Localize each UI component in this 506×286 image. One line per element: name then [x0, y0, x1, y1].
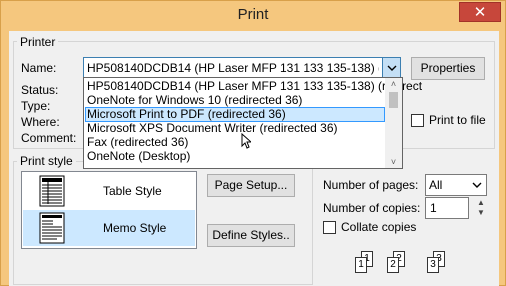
print-style-group-label: Print style	[17, 154, 76, 168]
table-style-icon	[39, 175, 65, 207]
print-to-file-label[interactable]: Print to file	[429, 113, 486, 127]
dropdown-item[interactable]: OneNote for Windows 10 (redirected 36)	[86, 94, 384, 107]
chevron-down-icon[interactable]	[382, 58, 400, 78]
collate-copies-label[interactable]: Collate copies	[341, 220, 416, 234]
dropdown-item[interactable]: Microsoft XPS Document Writer (redirecte…	[86, 122, 384, 135]
status-label: Status:	[21, 83, 59, 97]
scroll-down-icon[interactable]: ˅	[385, 156, 402, 168]
comment-label: Comment:	[21, 131, 77, 145]
memo-style-icon	[39, 212, 65, 244]
collate-page: 1	[355, 257, 367, 273]
collate-copies-checkbox[interactable]	[323, 221, 336, 234]
printer-dropdown-list[interactable]: HP508140DCDB14 (HP Laser MFP 131 133 135…	[83, 77, 422, 169]
scrollbar-thumb[interactable]	[389, 92, 398, 108]
dialog-title: Print	[237, 6, 269, 23]
spin-down-icon[interactable]: ▼	[474, 208, 488, 218]
page-setup-button[interactable]: Page Setup...	[207, 174, 295, 197]
type-label: Type:	[21, 99, 51, 113]
name-label: Name:	[21, 61, 57, 75]
number-of-pages-value: All	[429, 178, 443, 192]
chevron-down-icon[interactable]	[468, 175, 486, 195]
collate-page: 3	[427, 257, 439, 273]
print-to-file-checkbox[interactable]	[411, 114, 424, 127]
define-styles-button[interactable]: Define Styles..	[207, 224, 295, 247]
properties-button[interactable]: Properties	[411, 57, 485, 80]
number-of-pages-label: Number of pages:	[323, 178, 419, 192]
printer-name-select[interactable]: HP508140DCDB14 (HP Laser MFP 131 133 135…	[83, 57, 401, 79]
mouse-pointer-icon	[241, 133, 251, 149]
close-icon: ✕	[473, 4, 487, 21]
dropdown-scrollbar[interactable]: ˄ ˅	[385, 78, 402, 168]
number-of-copies-label: Number of copies:	[323, 201, 421, 215]
style-item-table-label: Table Style	[103, 184, 162, 198]
number-of-pages-select[interactable]: All	[425, 174, 487, 196]
spin-up-icon[interactable]: ▲	[474, 198, 488, 208]
dialog-client-area: Printer Name: HP508140DCDB14 (HP Laser M…	[9, 31, 499, 286]
number-of-copies-input[interactable]: 1 ▲ ▼	[425, 197, 485, 219]
collate-page: 2	[387, 257, 399, 273]
where-label: Where:	[21, 115, 60, 129]
dropdown-item[interactable]: Fax (redirected 36)	[86, 136, 384, 149]
scroll-up-icon[interactable]: ˄	[385, 78, 402, 90]
style-item-memo-label: Memo Style	[103, 221, 167, 235]
dropdown-item[interactable]: HP508140DCDB14 (HP Laser MFP 131 133 135…	[86, 80, 422, 93]
collate-illustration: 1 1 2 2 3 3	[355, 251, 475, 286]
printer-group-label: Printer	[17, 35, 59, 49]
style-item-memo[interactable]: Memo Style	[23, 210, 195, 246]
print-dialog: Print ✕ Printer Name: HP508140DCDB14 (HP…	[0, 0, 506, 286]
print-style-list[interactable]: Table Style Memo Style	[21, 171, 197, 249]
title-bar[interactable]: Print ✕	[1, 1, 505, 31]
dropdown-item-selected[interactable]: Microsoft Print to PDF (redirected 36)	[85, 107, 385, 122]
close-button[interactable]: ✕	[459, 2, 501, 22]
printer-name-value: HP508140DCDB14 (HP Laser MFP 131 133 135…	[87, 61, 379, 75]
number-of-copies-value: 1	[430, 201, 437, 215]
dropdown-item[interactable]: OneNote (Desktop)	[86, 150, 384, 163]
style-item-table[interactable]: Table Style	[23, 173, 195, 209]
